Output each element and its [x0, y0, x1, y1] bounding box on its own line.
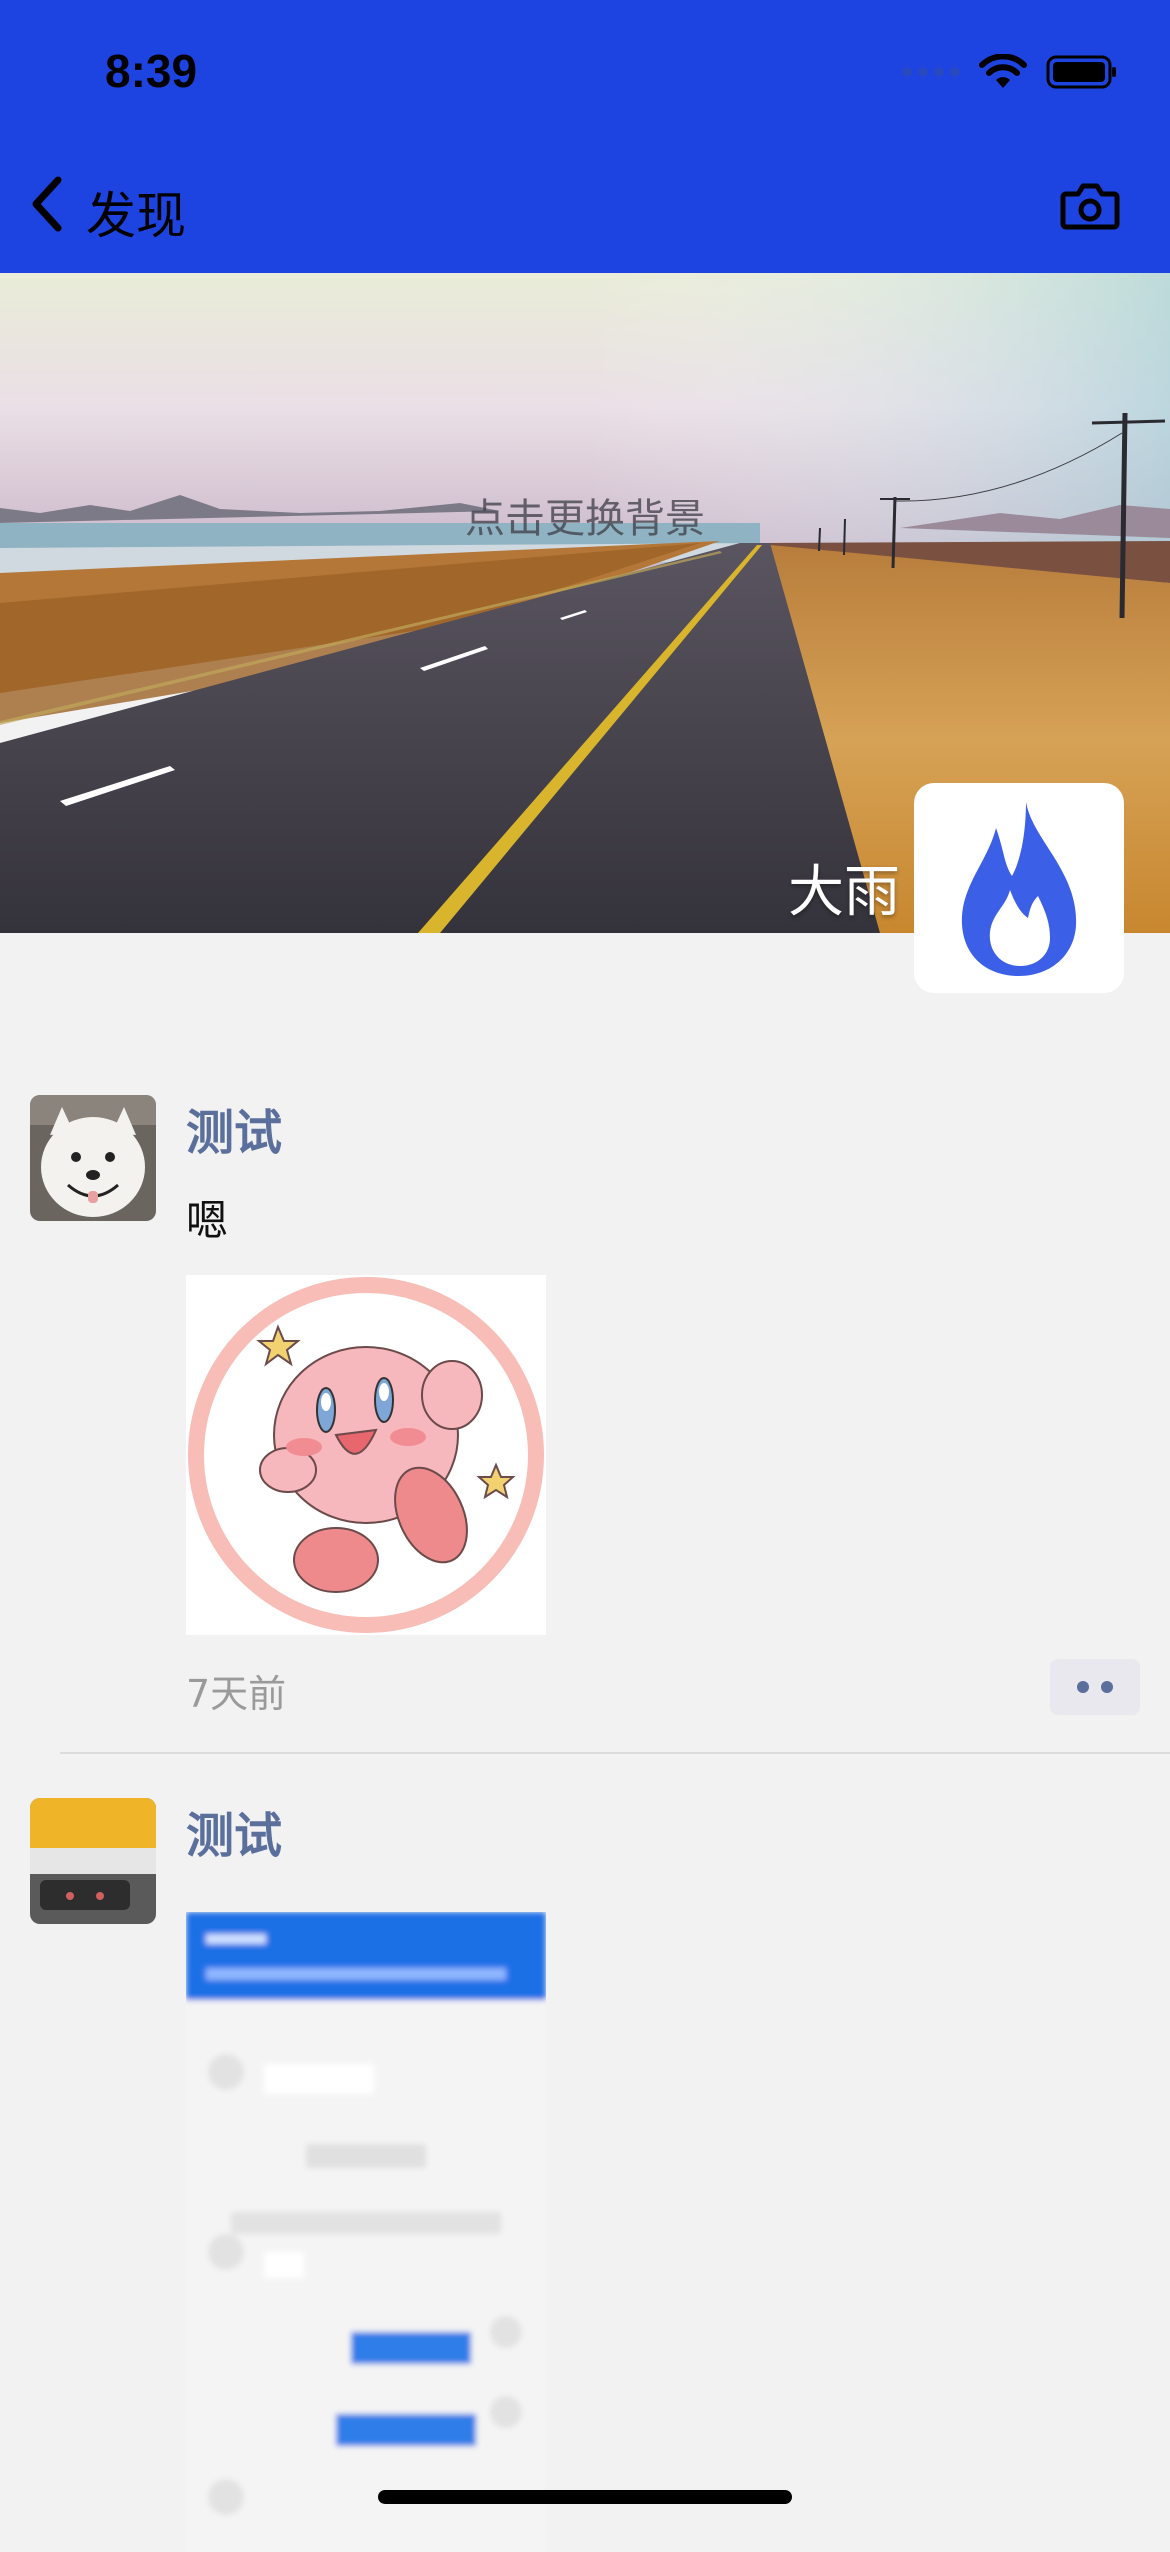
change-background-hint[interactable]: 点击更换背景: [0, 486, 1170, 544]
blurred-screenshot-image: [186, 1912, 546, 2552]
battery-icon: [1046, 55, 1116, 89]
post-image[interactable]: [186, 1912, 546, 2552]
camera-button[interactable]: [1060, 180, 1120, 230]
chevron-left-icon: [32, 176, 62, 232]
profile-avatar[interactable]: [914, 783, 1124, 993]
flame-icon: [961, 802, 1077, 976]
cellular-signal-icon: [902, 68, 960, 76]
post-timestamp: 7天前: [186, 1672, 287, 1716]
top-header: 8:39 发现: [0, 0, 1170, 273]
status-time: 8:39: [105, 45, 198, 97]
desk-avatar-image: [30, 1798, 156, 1924]
camera-icon: [1060, 183, 1120, 230]
post-author-name[interactable]: 测试: [186, 1796, 282, 1866]
page-title[interactable]: 发现: [86, 176, 186, 248]
moment-post: 测试 嗯 7天前: [0, 1095, 1170, 1755]
dot-icon: [1077, 1681, 1089, 1693]
post-divider: [60, 1752, 1170, 1754]
post-text: 嗯: [186, 1196, 229, 1245]
dog-avatar-image: [30, 1095, 156, 1221]
wifi-icon: [979, 54, 1027, 88]
profile-name: 大雨: [788, 860, 900, 925]
home-indicator[interactable]: [378, 2490, 792, 2504]
post-author-name[interactable]: 测试: [186, 1093, 282, 1163]
post-author-avatar[interactable]: [30, 1798, 156, 1924]
kirby-sticker-image: [186, 1275, 546, 1635]
moment-post: 测试: [0, 1796, 1170, 2552]
status-icons: [902, 52, 1118, 92]
post-image[interactable]: [186, 1275, 546, 1635]
back-button[interactable]: [26, 174, 66, 234]
more-actions-button[interactable]: [1050, 1659, 1140, 1715]
dot-icon: [1101, 1681, 1113, 1693]
post-author-avatar[interactable]: [30, 1095, 156, 1221]
